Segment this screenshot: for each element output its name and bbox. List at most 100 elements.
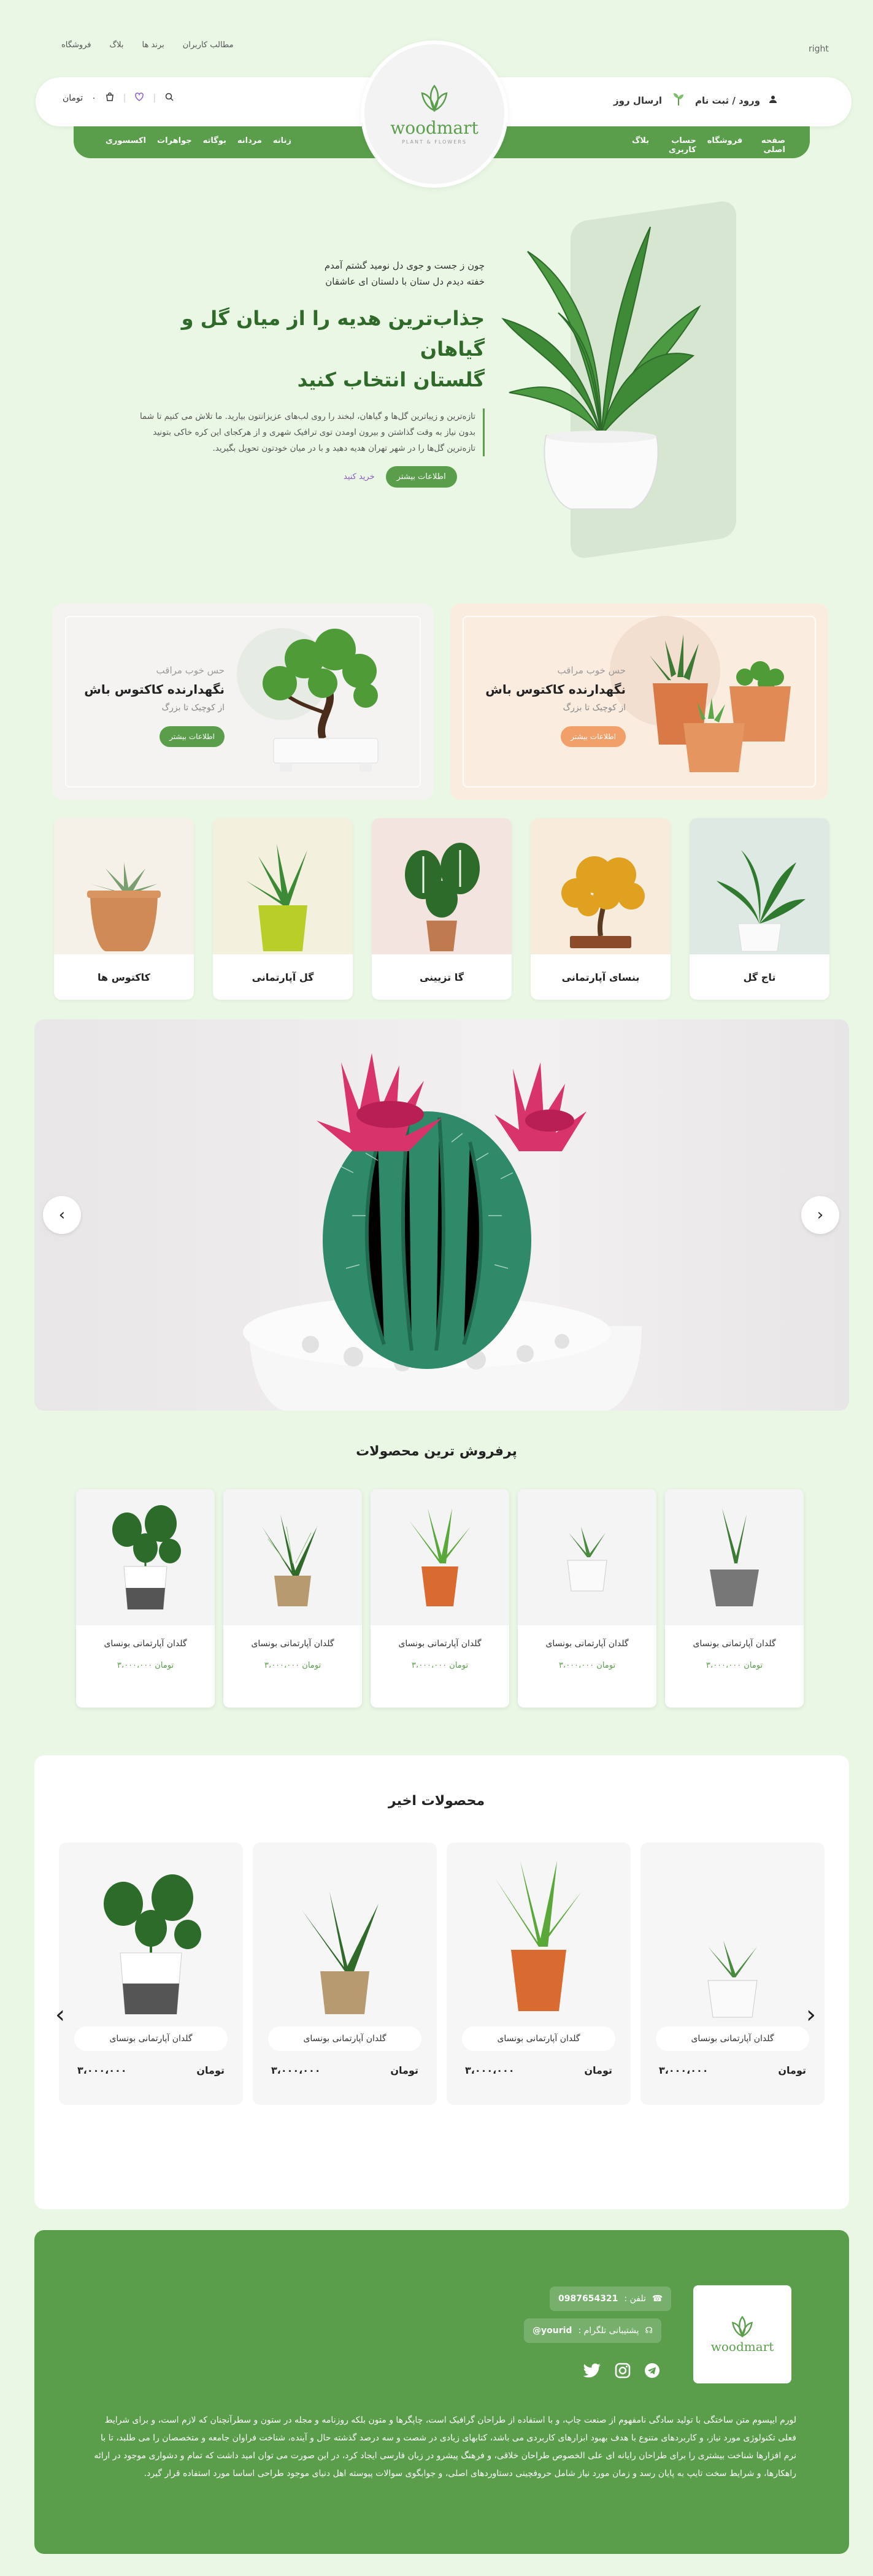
footer-description: لورم ایپسوم متن ساختگی با تولید سادگی نا… xyxy=(94,2415,796,2478)
recent-product-card[interactable]: گلدان آپارتمانی بونسای تومان ۳،۰۰۰،۰۰۰ xyxy=(253,1842,437,2105)
product-name[interactable]: گلدان آپارتمانی بونسای xyxy=(223,1639,362,1649)
top-link-user-posts[interactable]: مطالب کاربران xyxy=(180,40,236,50)
product-name[interactable]: گلدان آپارتمانی بونسای xyxy=(656,2026,809,2051)
delivery-label: ارسال روز xyxy=(613,95,662,106)
hero-slider-banner: ‹ › xyxy=(34,1019,849,1411)
instagram-icon[interactable] xyxy=(615,2363,631,2381)
product-name[interactable]: گلدان آپارتمانی بونسای xyxy=(665,1639,804,1649)
nav-item-men[interactable]: مردانه xyxy=(237,136,262,145)
product-price-row: تومان ۳،۰۰۰،۰۰۰ xyxy=(271,2064,418,2076)
banner-prev-button[interactable]: ‹ xyxy=(43,1196,81,1234)
category-card-bonsai[interactable]: بنسای آپارتمانی xyxy=(531,818,671,1000)
recent-title: محصولات اخیر xyxy=(388,1793,485,1809)
footer-logo[interactable]: woodmart xyxy=(693,2285,791,2383)
recent-title-wrap: محصولات اخیر xyxy=(0,1793,873,1809)
social-links xyxy=(583,2363,660,2381)
promo-card-bonsai: حس خوب مراقب نگهدارنده کاکتوس باش از کوچ… xyxy=(53,604,433,800)
hero-description: تازه‌ترین و زیباترین گل‌ها و گیاهان، لبخ… xyxy=(123,408,485,456)
recent-product-card[interactable]: گلدان آپارتمانی بونسای تومان ۳،۰۰۰،۰۰۰ xyxy=(447,1842,631,2105)
product-name[interactable]: گلدان آپارتمانی بونسای xyxy=(462,2026,615,2051)
login-link[interactable]: ورود / ثبت نام xyxy=(695,95,760,106)
heart-icon[interactable] xyxy=(134,92,144,104)
top-right-text: right xyxy=(809,44,829,54)
footer-phone: ☎ تلفن : 0987654321 xyxy=(550,2287,672,2311)
nav-item-accessory[interactable]: اکسسوری xyxy=(106,136,146,145)
user-icon xyxy=(769,95,777,106)
product-currency: تومان xyxy=(196,2064,225,2076)
delivery-icon xyxy=(671,92,686,109)
top-link-brands[interactable]: برند ها xyxy=(140,40,167,50)
nav-item-account[interactable]: حساب کاربری xyxy=(660,136,696,155)
hero-poem-line-1: چون ز جست و جوی دل نومید گشتم آمدم xyxy=(324,260,485,271)
bestseller-card[interactable]: گلدان آپارتمانی بونسای ۳،۰۰۰،۰۰۰ تومان xyxy=(518,1489,656,1708)
bestseller-card[interactable]: گلدان آپارتمانی بونسای ۳،۰۰۰،۰۰۰ تومان xyxy=(223,1489,362,1708)
bestseller-card[interactable]: گلدان آپارتمانی بونسای ۳،۰۰۰،۰۰۰ تومان xyxy=(665,1489,804,1708)
promo-2-subtitle: حس خوب مراقب xyxy=(557,665,626,676)
nav-item-bugatti[interactable]: بوگاته xyxy=(203,136,226,145)
telegram-icon[interactable] xyxy=(644,2363,660,2381)
site-footer xyxy=(34,2230,849,2554)
recent-next-button[interactable]: › xyxy=(806,2001,816,2029)
category-card-cactus[interactable]: کاکتوس ها xyxy=(54,818,194,1000)
product-image xyxy=(665,1489,804,1625)
search-icon[interactable] xyxy=(164,92,174,104)
product-price: ۳،۰۰۰،۰۰۰ تومان xyxy=(558,1661,616,1670)
nav-right-menu: صفحه اصلی فروشگاه حساب کاربری بلاگ xyxy=(632,136,785,155)
headset-icon: ☊ xyxy=(645,2326,653,2336)
cart-icon[interactable] xyxy=(105,92,115,104)
promo-1-small: از کوچیک تا بزرگ xyxy=(161,703,225,713)
recent-product-card[interactable]: گلدان آپارتمانی بونسای تومان ۳،۰۰۰،۰۰۰ xyxy=(59,1842,243,2105)
lotus-logo-icon xyxy=(731,2315,753,2338)
top-link-shop[interactable]: فروشگاه xyxy=(59,40,94,50)
bestseller-card[interactable]: گلدان آپارتمانی بونسای ۳،۰۰۰،۰۰۰ تومان xyxy=(371,1489,509,1708)
product-name[interactable]: گلدان آپارتمانی بونسای xyxy=(518,1639,656,1649)
product-price-row: تومان ۳،۰۰۰،۰۰۰ xyxy=(465,2064,612,2076)
support-label: پشتیبانی تلگرام : xyxy=(578,2326,639,2336)
bonsai-image xyxy=(263,629,379,772)
bestseller-card[interactable]: گلدان آپارتمانی بونسای ۳،۰۰۰،۰۰۰ تومان xyxy=(76,1489,215,1708)
banner-next-button[interactable]: › xyxy=(801,1196,839,1234)
nav-item-shop[interactable]: فروشگاه xyxy=(707,136,743,155)
product-image xyxy=(223,1489,362,1625)
product-price: ۳،۰۰۰،۰۰۰ تومان xyxy=(706,1661,763,1670)
hero-buy-link[interactable]: خرید کنید xyxy=(344,472,375,481)
product-image xyxy=(59,1842,243,2020)
nav-left-menu: اکسسوری جواهرات بوگاته مردانه زنانه xyxy=(106,136,291,145)
category-image xyxy=(690,818,829,954)
site-logo[interactable]: woodmart PLANT & FLOWERS xyxy=(361,40,508,188)
twitter-icon[interactable] xyxy=(583,2363,601,2380)
product-price: ۳،۰۰۰،۰۰۰ xyxy=(659,2064,709,2076)
category-label: گا تزیینی xyxy=(419,971,464,983)
recent-prev-button[interactable]: ‹ xyxy=(55,2001,65,2029)
nav-item-jewelry[interactable]: جواهرات xyxy=(157,136,192,145)
category-card-decorative[interactable]: گا تزیینی xyxy=(372,818,512,1000)
category-image xyxy=(54,818,194,954)
product-name[interactable]: گلدان آپارتمانی بونسای xyxy=(74,2026,228,2051)
nav-item-women[interactable]: زنانه xyxy=(273,136,291,145)
product-price: ۳،۰۰۰،۰۰۰ xyxy=(271,2064,321,2076)
product-price: ۳،۰۰۰،۰۰۰ تومان xyxy=(264,1661,321,1670)
promo-1-text: حس خوب مراقب نگهدارنده کاکتوس باش از کوچ… xyxy=(77,665,225,747)
promo-1-button[interactable]: اطلاعات بیشتر xyxy=(160,726,225,747)
product-name[interactable]: گلدان آپارتمانی بونسای xyxy=(371,1639,509,1649)
promo-2-button[interactable]: اطلاعات بیشتر xyxy=(561,726,626,747)
chevron-left-icon: ‹ xyxy=(58,1206,66,1224)
category-card-wreath[interactable]: تاج گل xyxy=(690,818,829,1000)
header-user: ورود / ثبت نام ارسال روز xyxy=(613,92,804,109)
promo-2-text: حس خوب مراقب نگهدارنده کاکتوس باش از کوچ… xyxy=(479,665,626,747)
recent-product-card[interactable]: گلدان آپارتمانی بونسای تومان ۳،۰۰۰،۰۰۰ xyxy=(640,1842,825,2105)
product-name[interactable]: گلدان آپارتمانی بونسای xyxy=(76,1639,215,1649)
product-name[interactable]: گلدان آپارتمانی بونسای xyxy=(268,2026,421,2051)
nav-item-blog[interactable]: بلاگ xyxy=(632,136,649,155)
logo-text: woodmart xyxy=(390,118,479,138)
product-price: ۳،۰۰۰،۰۰۰ xyxy=(77,2064,127,2076)
nav-item-home[interactable]: صفحه اصلی xyxy=(753,136,785,155)
phone-number[interactable]: 0987654321 xyxy=(558,2294,618,2304)
footer-support: ☊ پشتیبانی تلگرام : @yourid xyxy=(524,2318,661,2343)
hero-text: چون ز جست و جوی دل نومید گشتم آمدم خفته … xyxy=(123,258,485,456)
hero-more-button[interactable]: اطلاعات بیشتر xyxy=(385,466,457,488)
support-id[interactable]: @yourid xyxy=(533,2326,572,2336)
promo-card-cactus: حس خوب مراقب نگهدارنده کاکتوس باش از کوچ… xyxy=(450,604,828,800)
category-card-apartment[interactable]: گل آپارتمانی xyxy=(213,818,353,1000)
top-link-blog[interactable]: بلاگ xyxy=(107,40,126,50)
